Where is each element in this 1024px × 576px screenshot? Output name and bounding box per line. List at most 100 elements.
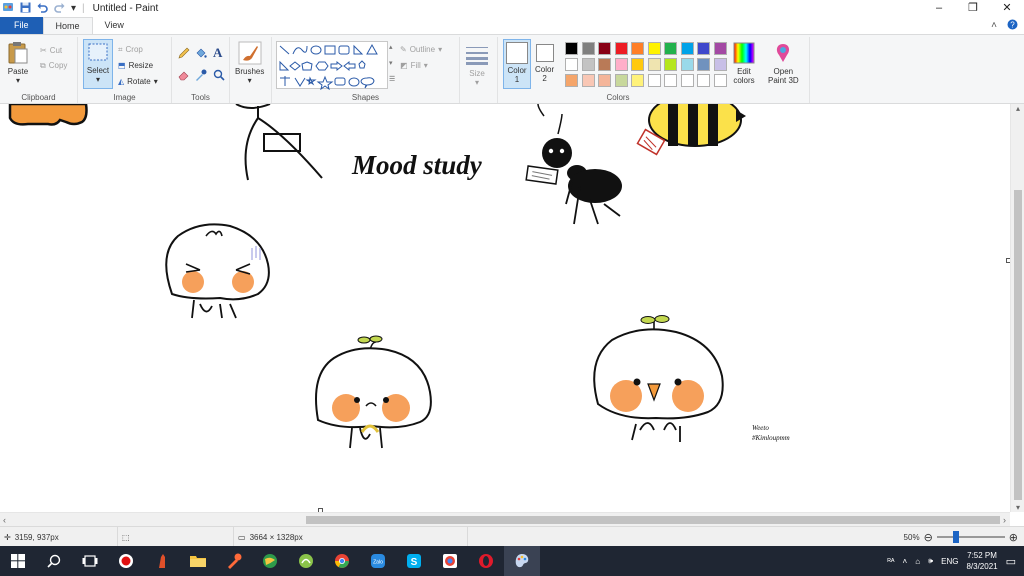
paste-dropdown-icon[interactable]: ▾ (16, 76, 20, 85)
color1-button[interactable]: Color 1 (503, 39, 531, 89)
text-tool-icon[interactable]: A (213, 45, 222, 61)
input-language[interactable]: ENG (941, 557, 958, 566)
taskbar-app-android[interactable] (288, 546, 324, 576)
paste-button[interactable]: Paste ▾ (6, 41, 30, 85)
notifications-icon[interactable]: ▭ (1006, 555, 1016, 568)
brushes-button[interactable]: Brushes ▾ (235, 41, 264, 85)
color-swatch[interactable] (647, 74, 661, 87)
taskbar-app-skype[interactable]: S (396, 546, 432, 576)
close-button[interactable]: ✕ (990, 0, 1024, 17)
shapes-scroll-up-icon[interactable]: ▴ (389, 43, 393, 51)
scroll-up-icon[interactable]: ▴ (1011, 104, 1024, 113)
color-swatch[interactable] (697, 42, 710, 55)
undo-icon[interactable] (37, 2, 48, 16)
start-button[interactable] (0, 546, 36, 576)
volume-icon[interactable]: 🕪 (928, 556, 933, 566)
color2-button[interactable]: Color 2 (535, 43, 554, 83)
color-swatch[interactable] (680, 74, 694, 87)
outline-button[interactable]: ✎ Outline ▾ (400, 43, 442, 56)
cut-button[interactable]: ✂ Cut (40, 44, 62, 57)
customize-toolbar-icon[interactable]: ▾ (71, 3, 76, 14)
color-swatch[interactable] (664, 42, 677, 55)
zoom-slider[interactable] (936, 531, 1005, 543)
color-swatch[interactable] (713, 74, 727, 87)
size-button[interactable]: Size ▾ (465, 43, 489, 87)
color-swatch[interactable] (581, 74, 595, 87)
fill-button[interactable]: ◩ Fill ▾ (400, 59, 428, 72)
vertical-scrollbar[interactable]: ▴ ▾ (1010, 104, 1024, 512)
scroll-right-icon[interactable]: › (1003, 513, 1006, 527)
color-swatch[interactable] (614, 58, 628, 71)
color-swatch[interactable] (581, 42, 595, 55)
zoom-out-icon[interactable]: ⊖ (924, 531, 933, 544)
color-swatch[interactable] (713, 42, 727, 55)
taskbar-app-zalo[interactable]: Zalo (360, 546, 396, 576)
taskbar-app-globe[interactable] (252, 546, 288, 576)
taskbar-app-paint[interactable] (504, 546, 540, 576)
zoom-in-icon[interactable]: ⊕ (1009, 531, 1018, 544)
scroll-left-icon[interactable]: ‹ (3, 513, 6, 527)
color-swatch[interactable] (614, 74, 628, 87)
color-swatch[interactable] (713, 58, 727, 71)
taskbar-app-file-explorer[interactable] (180, 546, 216, 576)
help-icon[interactable]: ? (1007, 19, 1018, 33)
color-swatch[interactable] (565, 74, 578, 87)
color-swatch[interactable] (697, 58, 710, 71)
color-swatch[interactable] (565, 58, 578, 71)
color-swatch[interactable] (697, 74, 710, 87)
color-swatch[interactable] (598, 42, 611, 55)
color-swatch[interactable] (680, 58, 694, 71)
pencil-icon[interactable] (178, 47, 190, 61)
crop-button[interactable]: ⌗ Crop (118, 43, 143, 56)
eraser-icon[interactable] (178, 69, 190, 83)
tab-file[interactable]: File (0, 17, 43, 34)
color-picker-icon[interactable] (195, 69, 207, 83)
drawing-canvas[interactable]: Mood study Weeto #Kimloupmm (0, 104, 1010, 512)
color-swatch[interactable] (631, 74, 644, 87)
task-view-button[interactable] (72, 546, 108, 576)
shapes-scroll-down-icon[interactable]: ▾ (389, 59, 393, 67)
taskbar-app-tool[interactable] (216, 546, 252, 576)
open-paint3d-button[interactable]: Open Paint 3D (768, 41, 799, 85)
shapes-expand-icon[interactable]: ☰ (389, 75, 395, 83)
taskbar-app-chrome-2[interactable] (432, 546, 468, 576)
zoom-slider-knob[interactable] (952, 531, 959, 543)
color-swatch[interactable] (598, 74, 611, 87)
restore-button[interactable]: ❐ (956, 0, 990, 17)
resize-button[interactable]: ⬒ Resize (118, 59, 153, 72)
color-swatch[interactable] (598, 58, 611, 71)
network-icon[interactable]: ⌂ (915, 557, 920, 566)
color-swatch[interactable] (647, 42, 661, 55)
color-swatch[interactable] (614, 42, 628, 55)
color-swatch[interactable] (565, 42, 578, 55)
save-icon[interactable] (20, 2, 31, 16)
search-button[interactable] (36, 546, 72, 576)
color-swatch[interactable] (680, 42, 694, 55)
color-swatch[interactable] (581, 58, 595, 71)
taskbar-app-opera[interactable] (468, 546, 504, 576)
clock[interactable]: 7:52 PM 8/3/2021 (966, 550, 997, 572)
taskbar-app-chrome[interactable] (324, 546, 360, 576)
fill-bucket-icon[interactable] (195, 47, 207, 61)
color-swatch[interactable] (664, 58, 677, 71)
rotate-button[interactable]: ◭ Rotate ▾ (118, 75, 158, 88)
scroll-down-icon[interactable]: ▾ (1011, 503, 1024, 512)
horizontal-scrollbar[interactable]: ‹ › (0, 512, 1010, 526)
taskbar-app-recorder[interactable] (108, 546, 144, 576)
tab-view[interactable]: View (93, 17, 136, 34)
minimize-button[interactable]: – (922, 0, 956, 17)
horizontal-scroll-thumb[interactable] (306, 516, 1000, 524)
redo-icon[interactable] (54, 2, 65, 16)
show-hidden-icons-icon[interactable]: ˄ (903, 557, 908, 566)
select-button[interactable]: Select ▾ (83, 39, 113, 89)
select-dropdown-icon[interactable]: ▾ (96, 75, 100, 84)
people-icon[interactable]: ᴿᴬ (887, 557, 894, 566)
taskbar-app-pen[interactable] (144, 546, 180, 576)
shapes-gallery[interactable] (276, 41, 388, 91)
color-swatch[interactable] (647, 58, 661, 71)
tab-home[interactable]: Home (42, 17, 93, 34)
magnifier-icon[interactable] (213, 69, 225, 83)
color-swatch[interactable] (631, 58, 644, 71)
edit-colors-button[interactable]: Edit colors (732, 41, 756, 85)
vertical-scroll-thumb[interactable] (1014, 190, 1022, 500)
